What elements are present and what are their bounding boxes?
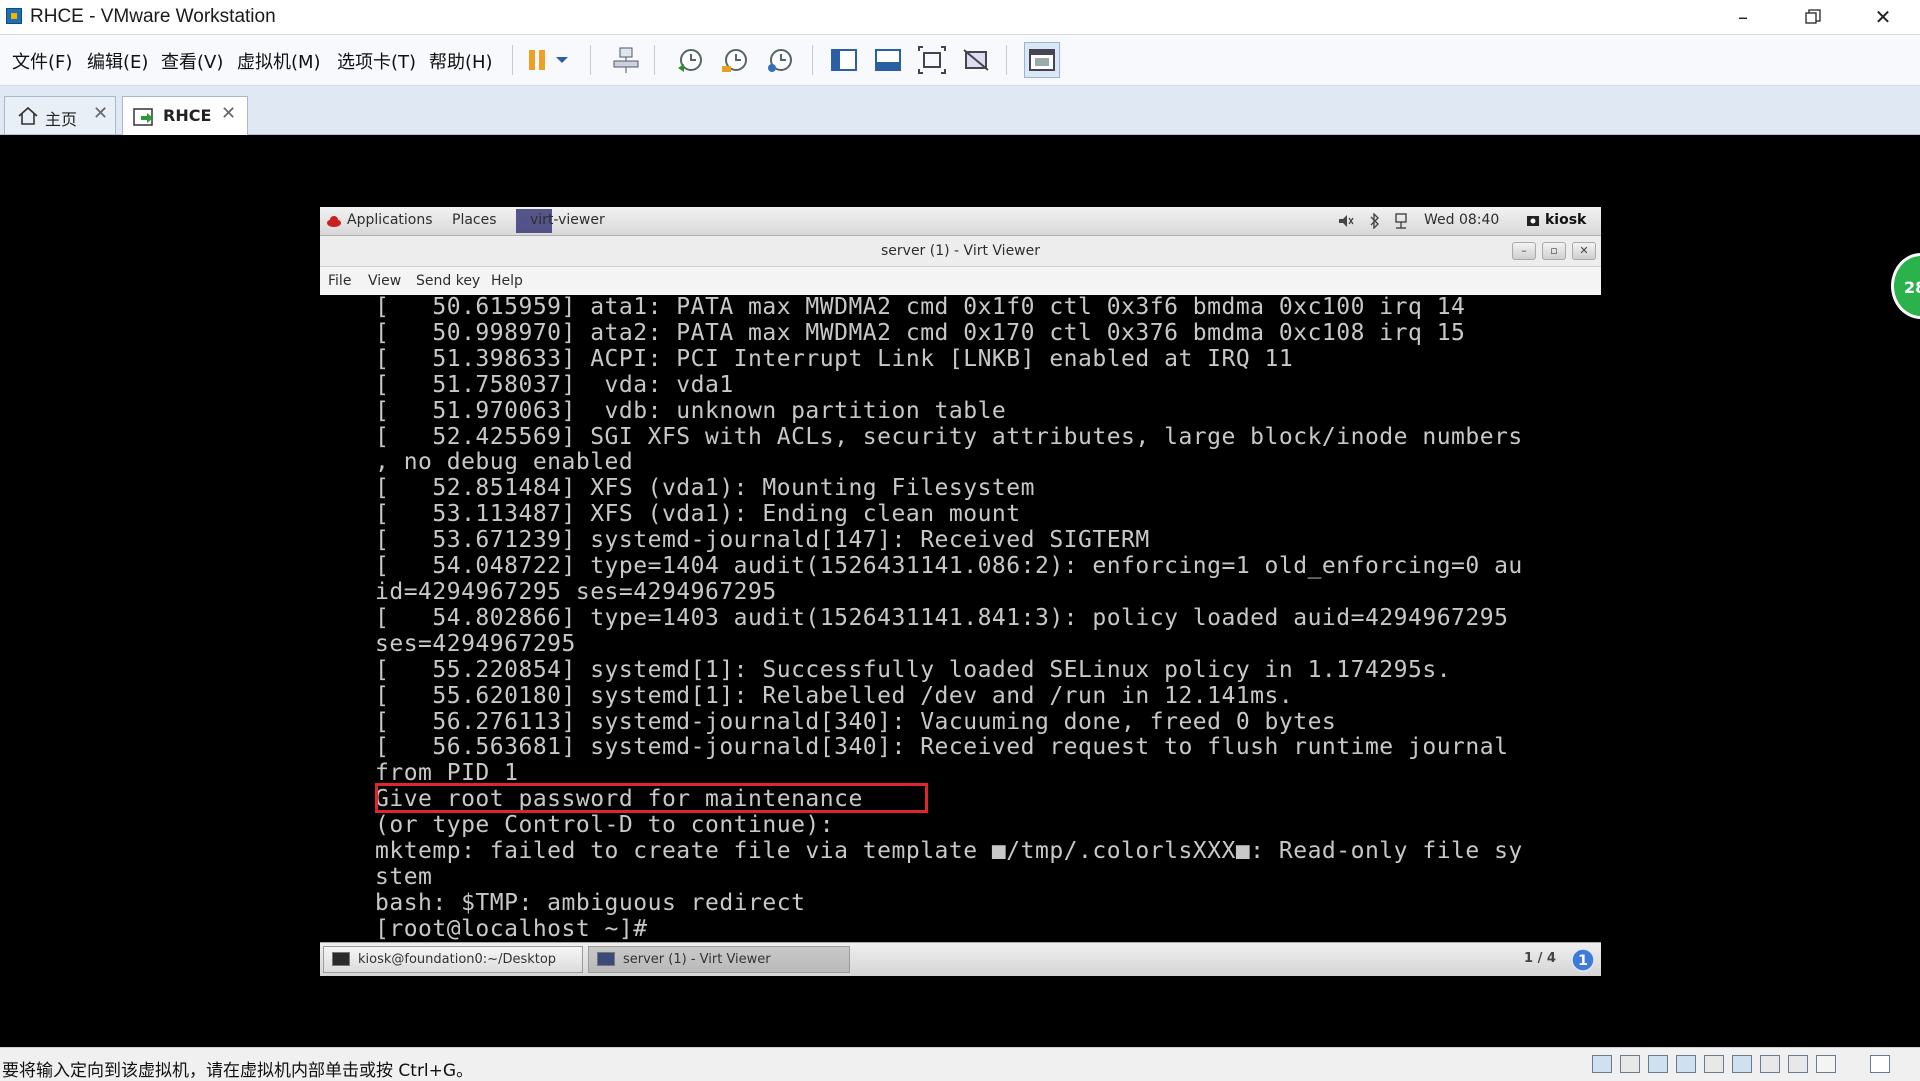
chevron-down-icon xyxy=(556,57,568,63)
virt-viewer-title: server (1) - Virt Viewer xyxy=(881,243,1040,259)
close-button[interactable]: ✕ xyxy=(1852,0,1914,34)
tab-rhce-label: RHCE xyxy=(163,106,212,125)
guest-taskbar: kiosk@foundation0:~/Desktop server (1) -… xyxy=(320,942,1601,976)
display-icon[interactable] xyxy=(1788,1055,1808,1073)
hard-disk-icon[interactable] xyxy=(1592,1055,1612,1073)
fit-window-icon[interactable] xyxy=(1870,1055,1890,1073)
cd-rom-icon[interactable] xyxy=(1620,1055,1640,1073)
messages-icon[interactable] xyxy=(1816,1055,1836,1073)
window-title: RHCE - VMware Workstation xyxy=(30,6,276,27)
network-adapter-icon[interactable] xyxy=(1648,1055,1668,1073)
printer-icon[interactable] xyxy=(1760,1055,1780,1073)
terminal-icon xyxy=(332,952,350,966)
console-view-button[interactable] xyxy=(1024,42,1060,78)
badge-count: 28 xyxy=(1904,278,1920,297)
show-library-button[interactable] xyxy=(826,42,862,78)
close-icon[interactable]: ✕ xyxy=(93,103,108,124)
thumbnail-layout-icon xyxy=(875,49,901,71)
send-ctrl-alt-del-button[interactable] xyxy=(608,42,644,78)
clock-manager-icon xyxy=(768,49,792,72)
highlight-annotation xyxy=(375,783,928,813)
viewer-close-button[interactable]: ✕ xyxy=(1572,242,1596,260)
status-bar: 要将输入定向到该虚拟机，请在虚拟机内部单击或按 Ctrl+G。 xyxy=(0,1047,1920,1081)
menu-view[interactable]: 查看(V) xyxy=(161,48,223,74)
unity-button[interactable] xyxy=(958,42,994,78)
menu-vm[interactable]: 虚拟机(M) xyxy=(237,48,321,74)
tab-home-label: 主页 xyxy=(45,110,78,129)
viewer-minimize-button[interactable]: – xyxy=(1512,242,1536,260)
wired-network-icon[interactable] xyxy=(1394,213,1408,229)
console-view-icon xyxy=(1029,49,1055,71)
terminal-console[interactable]: [ 50.615959] ata1: PATA max MWDMA2 cmd 0… xyxy=(320,295,1601,942)
console-text: [ 50.615959] ata1: PATA max MWDMA2 cmd 0… xyxy=(375,295,1523,942)
virt-viewer-icon xyxy=(597,952,615,966)
menu-edit[interactable]: 编辑(E) xyxy=(87,48,148,74)
svg-text:1: 1 xyxy=(1578,953,1588,969)
viewer-maximize-button[interactable]: ▫ xyxy=(1542,242,1566,260)
window-titlebar: RHCE - VMware Workstation – ✕ xyxy=(0,0,1920,35)
task-virt-viewer[interactable]: virt-viewer xyxy=(530,212,605,228)
viewer-menu-file[interactable]: File xyxy=(328,273,351,289)
taskbar-item-terminal[interactable]: kiosk@foundation0:~/Desktop xyxy=(323,946,583,973)
minimize-button[interactable]: – xyxy=(1712,0,1774,34)
taskbar-item-virt-viewer[interactable]: server (1) - Virt Viewer xyxy=(588,946,850,973)
taskbar-item-label: server (1) - Virt Viewer xyxy=(623,952,771,967)
fullscreen-button[interactable] xyxy=(914,42,950,78)
vm-icon xyxy=(133,108,153,126)
pause-icon xyxy=(529,50,545,70)
usb-controller-icon[interactable] xyxy=(1704,1055,1724,1073)
show-thumbnail-button[interactable] xyxy=(870,42,906,78)
applications-menu[interactable]: Applications xyxy=(347,212,433,228)
snapshot-manager-button[interactable] xyxy=(762,42,798,78)
tab-rhce[interactable]: RHCE ✕ xyxy=(122,96,248,135)
guest-top-bar: Applications Places virt-viewer Wed 08:4… xyxy=(320,207,1601,236)
workspace-indicator[interactable]: 1 / 4 xyxy=(1524,951,1556,966)
sound-card-icon[interactable] xyxy=(1732,1055,1752,1073)
revert-snapshot-button[interactable] xyxy=(717,42,753,78)
user-menu[interactable]: kiosk xyxy=(1545,212,1586,228)
close-icon[interactable]: ✕ xyxy=(221,103,236,124)
tab-bar: 主页 ✕ RHCE ✕ xyxy=(0,86,1920,135)
menu-tabs[interactable]: 选项卡(T) xyxy=(337,48,416,74)
network-adapter-2-icon[interactable] xyxy=(1676,1055,1696,1073)
volume-muted-icon[interactable] xyxy=(1338,214,1354,228)
restore-icon xyxy=(1805,9,1821,24)
clock-icon xyxy=(678,49,702,72)
viewer-menu-view[interactable]: View xyxy=(368,273,401,289)
virt-viewer-menubar: File View Send key Help xyxy=(320,267,1601,295)
bluetooth-icon[interactable] xyxy=(1370,213,1380,229)
viewer-menu-sendkey[interactable]: Send key xyxy=(416,273,480,289)
network-icon xyxy=(613,47,639,73)
clock[interactable]: Wed 08:40 xyxy=(1424,212,1499,228)
pause-button[interactable] xyxy=(520,42,556,78)
menu-file[interactable]: 文件(F) xyxy=(12,48,72,74)
fullscreen-icon xyxy=(918,46,946,74)
menu-help[interactable]: 帮助(H) xyxy=(429,48,493,74)
clock-revert-icon xyxy=(722,49,747,72)
redhat-icon xyxy=(327,216,341,227)
tab-home[interactable]: 主页 ✕ xyxy=(4,96,116,134)
restore-button[interactable] xyxy=(1782,0,1844,34)
info-icon[interactable]: 1 xyxy=(1571,948,1595,972)
taskbar-item-label: kiosk@foundation0:~/Desktop xyxy=(358,952,557,967)
viewer-menu-help[interactable]: Help xyxy=(491,273,523,289)
menu-toolbar: 文件(F) 编辑(E) 查看(V) 虚拟机(M) 选项卡(T) 帮助(H) xyxy=(0,35,1920,86)
user-icon xyxy=(1527,216,1539,226)
vmware-logo-icon xyxy=(6,8,22,24)
status-text: 要将输入定向到该虚拟机，请在虚拟机内部单击或按 Ctrl+G。 xyxy=(2,1061,474,1081)
power-dropdown-button[interactable] xyxy=(552,42,572,78)
virt-viewer-titlebar: server (1) - Virt Viewer – ▫ ✕ xyxy=(320,236,1601,267)
sidebar-layout-icon xyxy=(831,49,857,71)
places-menu[interactable]: Places xyxy=(452,212,497,228)
unity-icon xyxy=(963,49,989,71)
snapshot-button[interactable] xyxy=(672,42,708,78)
home-icon xyxy=(18,106,38,125)
